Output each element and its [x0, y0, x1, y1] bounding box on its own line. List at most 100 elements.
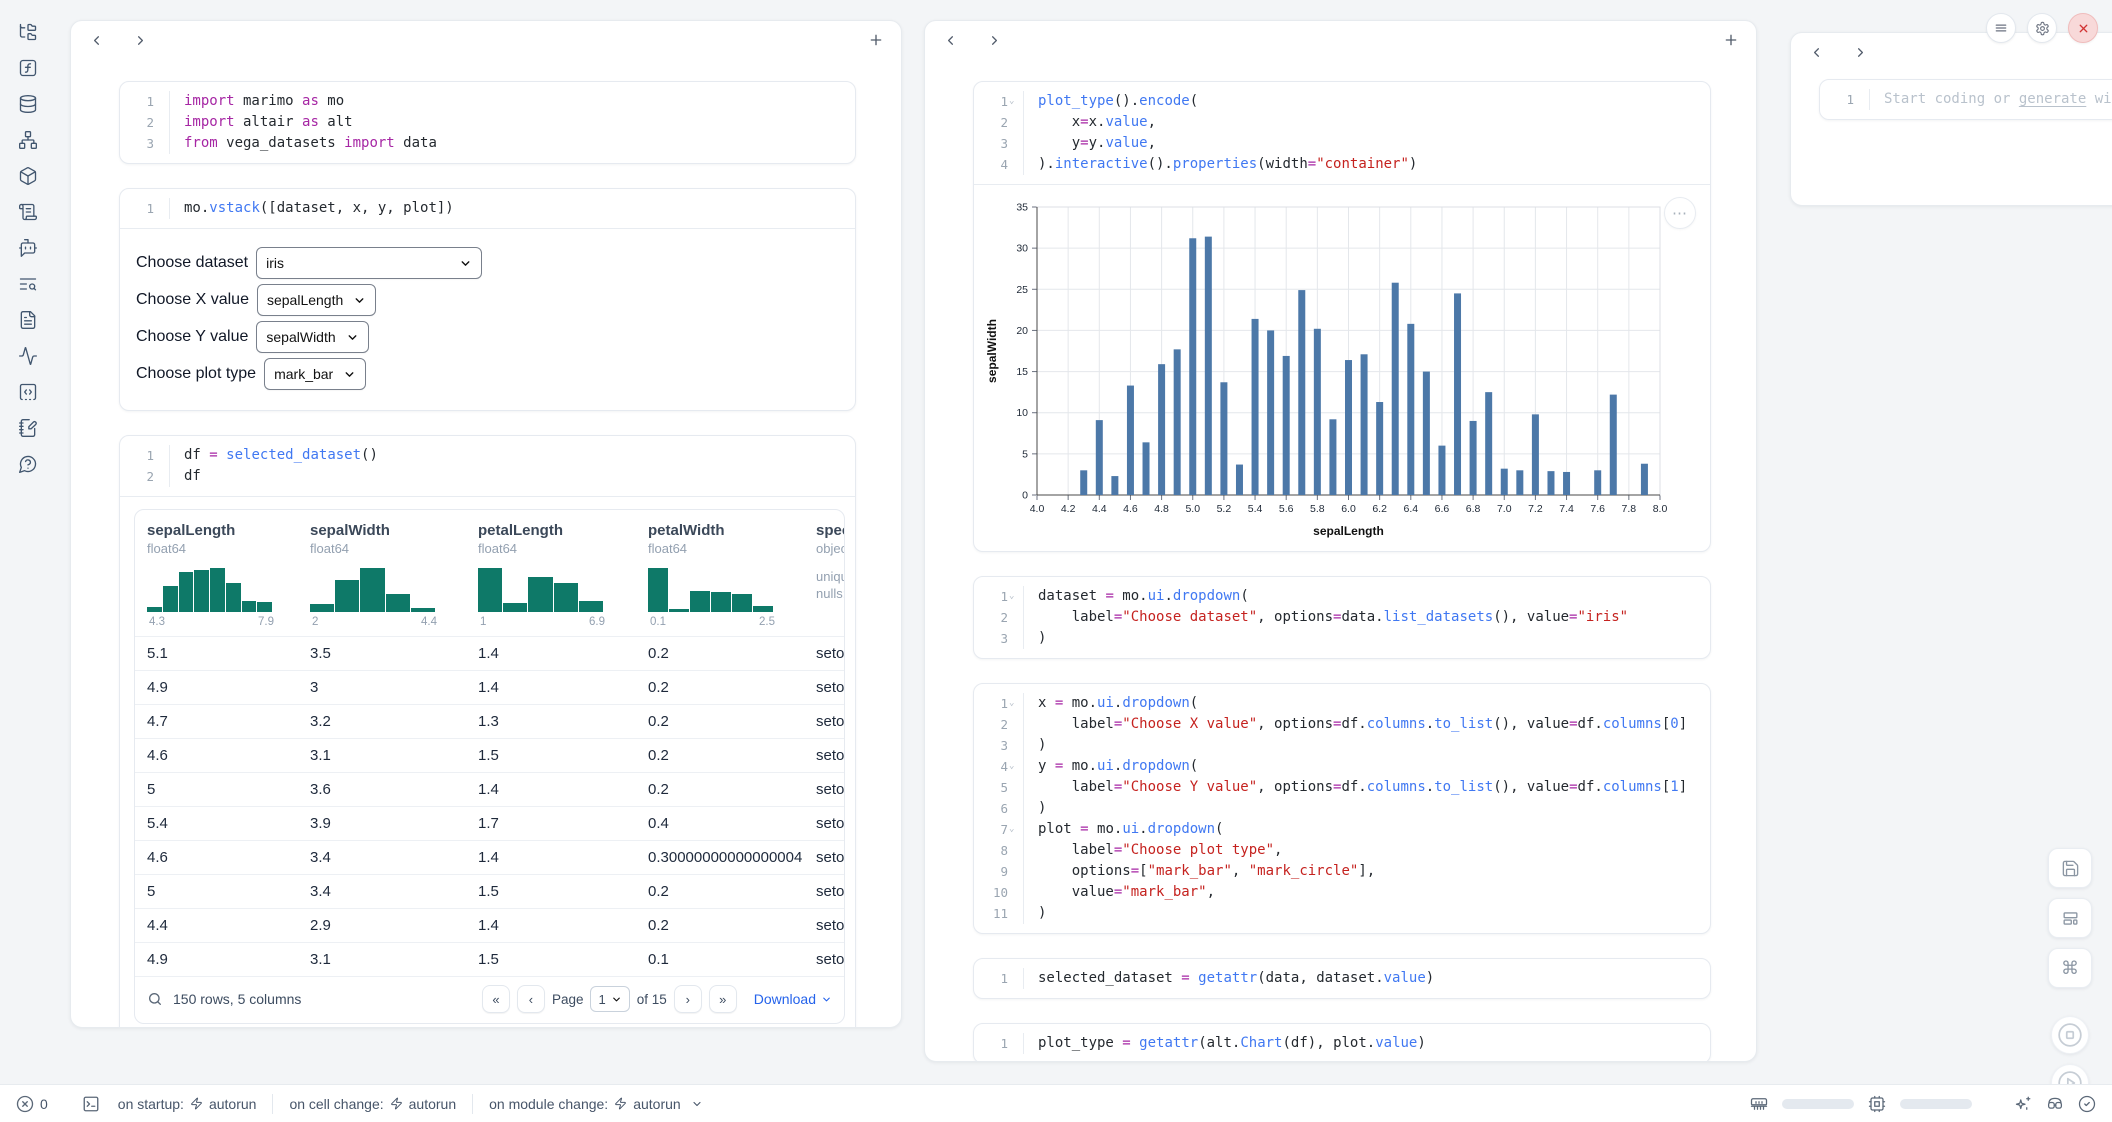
code-cell-dataset-dropdown[interactable]: 1⌄dataset = mo.ui.dropdown(2 label="Choo… [973, 576, 1711, 659]
code-line[interactable]: 1plot_type = getattr(alt.Chart(df), plot… [974, 1033, 1710, 1054]
package-icon[interactable] [18, 166, 38, 186]
help-icon[interactable] [18, 454, 38, 474]
first-page-button[interactable]: « [482, 985, 510, 1013]
code-line[interactable]: 11) [974, 903, 1710, 924]
code-line[interactable]: 1selected_dataset = getattr(data, datase… [974, 968, 1710, 989]
search-icon[interactable] [147, 991, 163, 1007]
column-next-button[interactable] [1851, 43, 1869, 61]
memory-usage-meter[interactable] [1782, 1099, 1854, 1109]
code-cell-vstack[interactable]: 1mo.vstack([dataset, x, y, plot]) Choose… [119, 188, 856, 411]
generate-link[interactable]: generate [2019, 91, 2086, 107]
code-line[interactable]: 2 label="Choose X value", options=df.col… [974, 714, 1710, 735]
table-row[interactable]: 53.41.50.2setosa [135, 874, 844, 908]
code-line[interactable]: 3) [974, 628, 1710, 649]
add-cell-button[interactable] [867, 31, 885, 49]
code-line[interactable]: 7⌄plot = mo.ui.dropdown( [974, 819, 1710, 840]
snippets-code-icon[interactable] [18, 382, 38, 402]
add-cell-button[interactable] [1722, 31, 1740, 49]
prev-page-button[interactable]: ‹ [517, 985, 545, 1013]
autorun-toggle-on-cell-change[interactable]: on cell change:autorun [289, 1096, 456, 1112]
code-line[interactable]: 2 label="Choose dataset", options=data.l… [974, 607, 1710, 628]
health-check-button[interactable] [2078, 1095, 2096, 1113]
code-line[interactable]: 2import altair as alt [120, 112, 855, 133]
save-button[interactable] [2048, 848, 2092, 888]
code-cell-selected-dataset[interactable]: 1selected_dataset = getattr(data, datase… [973, 958, 1711, 999]
function-square-icon[interactable] [18, 58, 38, 78]
code-line[interactable]: 6) [974, 798, 1710, 819]
code-line[interactable]: 8 label="Choose plot type", [974, 840, 1710, 861]
code-line[interactable]: 1df = selected_dataset() [120, 445, 855, 466]
error-indicator[interactable]: 0 [16, 1095, 48, 1113]
altair-bar-chart[interactable]: 4.04.24.44.64.85.05.25.45.65.86.06.26.46… [980, 195, 1688, 547]
select-choose-plot-type[interactable]: mark_bar [264, 358, 366, 390]
table-row[interactable]: 4.63.41.40.30000000000000004setosa [135, 840, 844, 874]
code-cell-plot[interactable]: 1⌄plot_type().encode(2 x=x.value,3 y=y.v… [973, 81, 1711, 552]
table-row[interactable]: 53.61.40.2setosa [135, 772, 844, 806]
empty-cell-editor[interactable]: 1 Start coding or generate with AI [1819, 79, 2112, 120]
code-line[interactable]: 2 x=x.value, [974, 112, 1710, 133]
column-prev-button[interactable] [941, 31, 959, 49]
autorun-toggle-on-module-change[interactable]: on module change:autorun [489, 1096, 703, 1112]
code-line[interactable]: 4⌄y = mo.ui.dropdown( [974, 756, 1710, 777]
code-line[interactable]: 1import marimo as mo [120, 91, 855, 112]
column-header-sepalWidth[interactable]: sepalWidthfloat6424.4 [310, 522, 478, 628]
code-line[interactable]: 1⌄dataset = mo.ui.dropdown( [974, 586, 1710, 607]
column-next-button[interactable] [985, 31, 1003, 49]
table-row[interactable]: 4.931.40.2setosa [135, 670, 844, 704]
code-line[interactable]: 3from vega_datasets import data [120, 133, 855, 154]
code-line[interactable]: 2df [120, 466, 855, 487]
code-line[interactable]: 1mo.vstack([dataset, x, y, plot]) [120, 198, 855, 219]
column-header-petalLength[interactable]: petalLengthfloat6416.9 [478, 522, 648, 628]
code-line[interactable]: 3) [974, 735, 1710, 756]
page-select[interactable]: 1 [590, 986, 629, 1012]
copilot-button[interactable] [2046, 1095, 2064, 1113]
database-icon[interactable] [18, 94, 38, 114]
column-prev-button[interactable] [87, 31, 105, 49]
column-header-species[interactable]: speciesobjectuniquenulls: [816, 522, 844, 628]
keyboard-shortcuts-button[interactable]: ⌘ [2048, 948, 2092, 988]
chart-actions-button[interactable]: ⋯ [1664, 197, 1696, 229]
table-row[interactable]: 5.43.91.70.4setosa [135, 806, 844, 840]
select-choose-dataset[interactable]: iris [256, 247, 482, 279]
code-line[interactable]: 3 y=y.value, [974, 133, 1710, 154]
logs-scroll-icon[interactable] [18, 202, 38, 222]
ai-sparkles-button[interactable] [2014, 1095, 2032, 1113]
code-line[interactable]: 4).interactive().properties(width="conta… [974, 154, 1710, 175]
code-line[interactable]: 1⌄x = mo.ui.dropdown( [974, 693, 1710, 714]
table-row[interactable]: 5.13.51.40.2setosa [135, 636, 844, 670]
menu-button[interactable] [1986, 13, 2016, 43]
select-choose-y-value[interactable]: sepalWidth [256, 321, 368, 353]
table-row[interactable]: 4.42.91.40.2setosa [135, 908, 844, 942]
document-icon[interactable] [18, 310, 38, 330]
stop-button[interactable] [2051, 1016, 2089, 1054]
layout-button[interactable] [2048, 898, 2092, 938]
table-row[interactable]: 4.63.11.50.2setosa [135, 738, 844, 772]
dependency-graph-icon[interactable] [18, 130, 38, 150]
close-button[interactable] [2068, 13, 2098, 43]
code-line[interactable]: 5 label="Choose Y value", options=df.col… [974, 777, 1710, 798]
ai-chat-icon[interactable] [18, 238, 38, 258]
last-page-button[interactable]: » [709, 985, 737, 1013]
tracing-activity-icon[interactable] [18, 346, 38, 366]
autorun-toggle-on-startup[interactable]: on startup:autorun [118, 1096, 257, 1112]
code-line[interactable]: 9 options=["mark_bar", "mark_circle"], [974, 861, 1710, 882]
notebook-pen-icon[interactable] [18, 418, 38, 438]
column-header-sepalLength[interactable]: sepalLengthfloat644.37.9 [147, 522, 310, 628]
code-line[interactable]: 1⌄plot_type().encode( [974, 91, 1710, 112]
file-tree-icon[interactable] [18, 22, 38, 42]
select-choose-x-value[interactable]: sepalLength [257, 284, 376, 316]
settings-button[interactable] [2027, 13, 2057, 43]
table-row[interactable]: 4.73.21.30.2setosa [135, 704, 844, 738]
next-page-button[interactable]: › [674, 985, 702, 1013]
column-prev-button[interactable] [1807, 43, 1825, 61]
scratchpad-search-icon[interactable] [18, 274, 38, 294]
column-header-petalWidth[interactable]: petalWidthfloat640.12.5 [648, 522, 816, 628]
column-next-button[interactable] [131, 31, 149, 49]
code-cell-dataframe[interactable]: 1df = selected_dataset()2df sepalLengthf… [119, 435, 856, 1028]
code-cell-xy-plot-dropdowns[interactable]: 1⌄x = mo.ui.dropdown(2 label="Choose X v… [973, 683, 1711, 934]
cpu-usage-meter[interactable] [1900, 1099, 1972, 1109]
code-cell-plot-type[interactable]: 1plot_type = getattr(alt.Chart(df), plot… [973, 1023, 1711, 1062]
code-line[interactable]: 10 value="mark_bar", [974, 882, 1710, 903]
terminal-button[interactable] [82, 1095, 100, 1113]
code-cell-imports[interactable]: 1import marimo as mo2import altair as al… [119, 81, 856, 164]
